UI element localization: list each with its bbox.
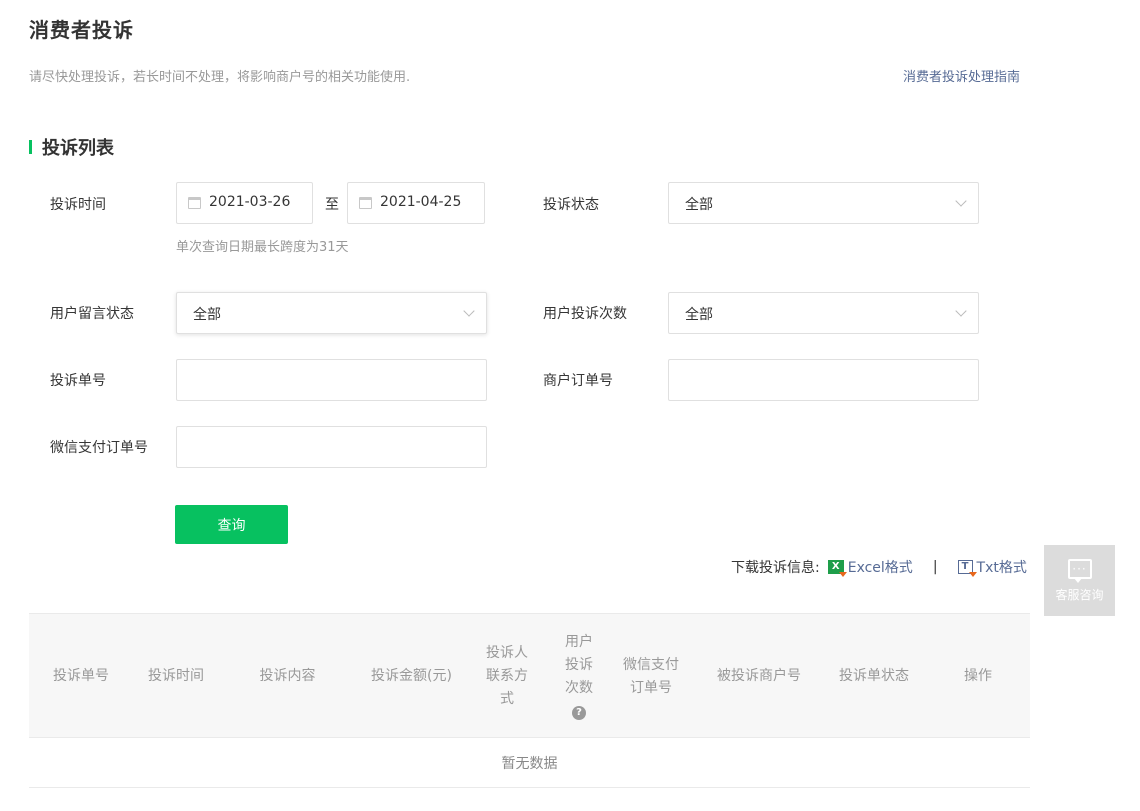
col-contact: 投诉人 联系方 式 [476, 614, 538, 739]
user-complaint-count-select[interactable]: 全部 [668, 292, 979, 334]
date-range-hint: 单次查询日期最长跨度为31天 [176, 240, 349, 255]
complaint-no-label: 投诉单号 [50, 373, 106, 389]
col-complaint-time: 投诉时间 [148, 668, 204, 684]
download-row: 下载投诉信息: X Excel格式 | T Txt格式 [731, 557, 1027, 577]
section-title: 投诉列表 [29, 137, 114, 159]
table-header: 投诉单号 投诉时间 投诉内容 投诉金额(元) 投诉人 联系方 式 用户 投诉 次… [29, 613, 1030, 738]
complaint-no-input[interactable] [176, 359, 487, 401]
download-txt-link[interactable]: T Txt格式 [957, 557, 1027, 577]
excel-icon: X [827, 560, 847, 577]
calendar-icon [359, 197, 372, 209]
merchant-order-input[interactable] [668, 359, 979, 401]
chevron-down-icon [955, 305, 967, 317]
col-status: 投诉单状态 [839, 668, 909, 684]
section-title-text: 投诉列表 [42, 138, 114, 159]
start-date-value: 2021-03-26 [209, 194, 291, 210]
calendar-icon [188, 197, 201, 209]
empty-state: 暂无数据 [29, 738, 1030, 788]
col-wechat-order-line: 微信支付 [623, 656, 679, 673]
col-merchant: 被投诉商户号 [717, 668, 801, 684]
col-complaint-no: 投诉单号 [53, 668, 109, 684]
download-separator: | [932, 559, 938, 575]
date-range-separator: 至 [325, 197, 339, 213]
col-contact-line: 式 [500, 691, 514, 707]
complaint-status-label: 投诉状态 [543, 197, 599, 213]
complaint-time-label: 投诉时间 [50, 197, 106, 213]
complaint-guide-link[interactable]: 消费者投诉处理指南 [903, 66, 1020, 85]
complaint-status-value: 全部 [685, 197, 713, 213]
chevron-down-icon [955, 195, 967, 207]
txt-icon: T [957, 560, 977, 577]
col-wechat-order: 微信支付 订单号 [616, 614, 686, 739]
col-user-count-line: 次数 [565, 679, 593, 696]
download-excel-link[interactable]: X Excel格式 [820, 557, 913, 577]
user-message-status-select[interactable]: 全部 [176, 292, 487, 334]
notice-text: 请尽快处理投诉，若长时间不处理，将影响商户号的相关功能使用. [29, 70, 411, 85]
chevron-down-icon [463, 305, 475, 317]
col-contact-line: 投诉人 [486, 645, 528, 661]
col-user-count: 用户 投诉 次数 ? [550, 614, 608, 739]
query-button[interactable]: 查询 [175, 505, 288, 544]
end-date-picker[interactable]: 2021-04-25 [347, 182, 485, 224]
user-message-status-label: 用户留言状态 [50, 306, 134, 322]
complaint-status-select[interactable]: 全部 [668, 182, 979, 224]
help-icon[interactable]: ? [572, 705, 586, 720]
wechat-order-label: 微信支付订单号 [50, 440, 148, 456]
customer-service-label: 客服咨询 [1055, 587, 1104, 602]
col-user-count-line: 用户 [565, 633, 593, 650]
start-date-picker[interactable]: 2021-03-26 [176, 182, 313, 224]
wechat-order-input[interactable] [176, 426, 487, 468]
chat-bubble-icon: ··· [1067, 558, 1092, 583]
user-message-status-value: 全部 [193, 307, 221, 323]
complaint-table: 投诉单号 投诉时间 投诉内容 投诉金额(元) 投诉人 联系方 式 用户 投诉 次… [29, 613, 1030, 788]
end-date-value: 2021-04-25 [380, 194, 462, 210]
excel-label: Excel格式 [847, 560, 913, 576]
customer-service-button[interactable]: ··· 客服咨询 [1044, 545, 1115, 616]
section-accent-bar [29, 140, 32, 154]
col-action: 操作 [964, 668, 992, 684]
col-user-count-line: 投诉 [565, 656, 593, 673]
col-wechat-order-line: 订单号 [630, 679, 672, 696]
col-contact-line: 联系方 [486, 668, 528, 684]
download-label: 下载投诉信息: [731, 560, 820, 576]
txt-label: Txt格式 [976, 560, 1027, 576]
page-title: 消费者投诉 [29, 18, 134, 42]
col-amount: 投诉金额(元) [371, 668, 452, 684]
user-complaint-count-label: 用户投诉次数 [543, 306, 627, 322]
user-complaint-count-value: 全部 [685, 307, 713, 323]
col-content: 投诉内容 [259, 668, 316, 684]
merchant-order-label: 商户订单号 [543, 373, 613, 389]
